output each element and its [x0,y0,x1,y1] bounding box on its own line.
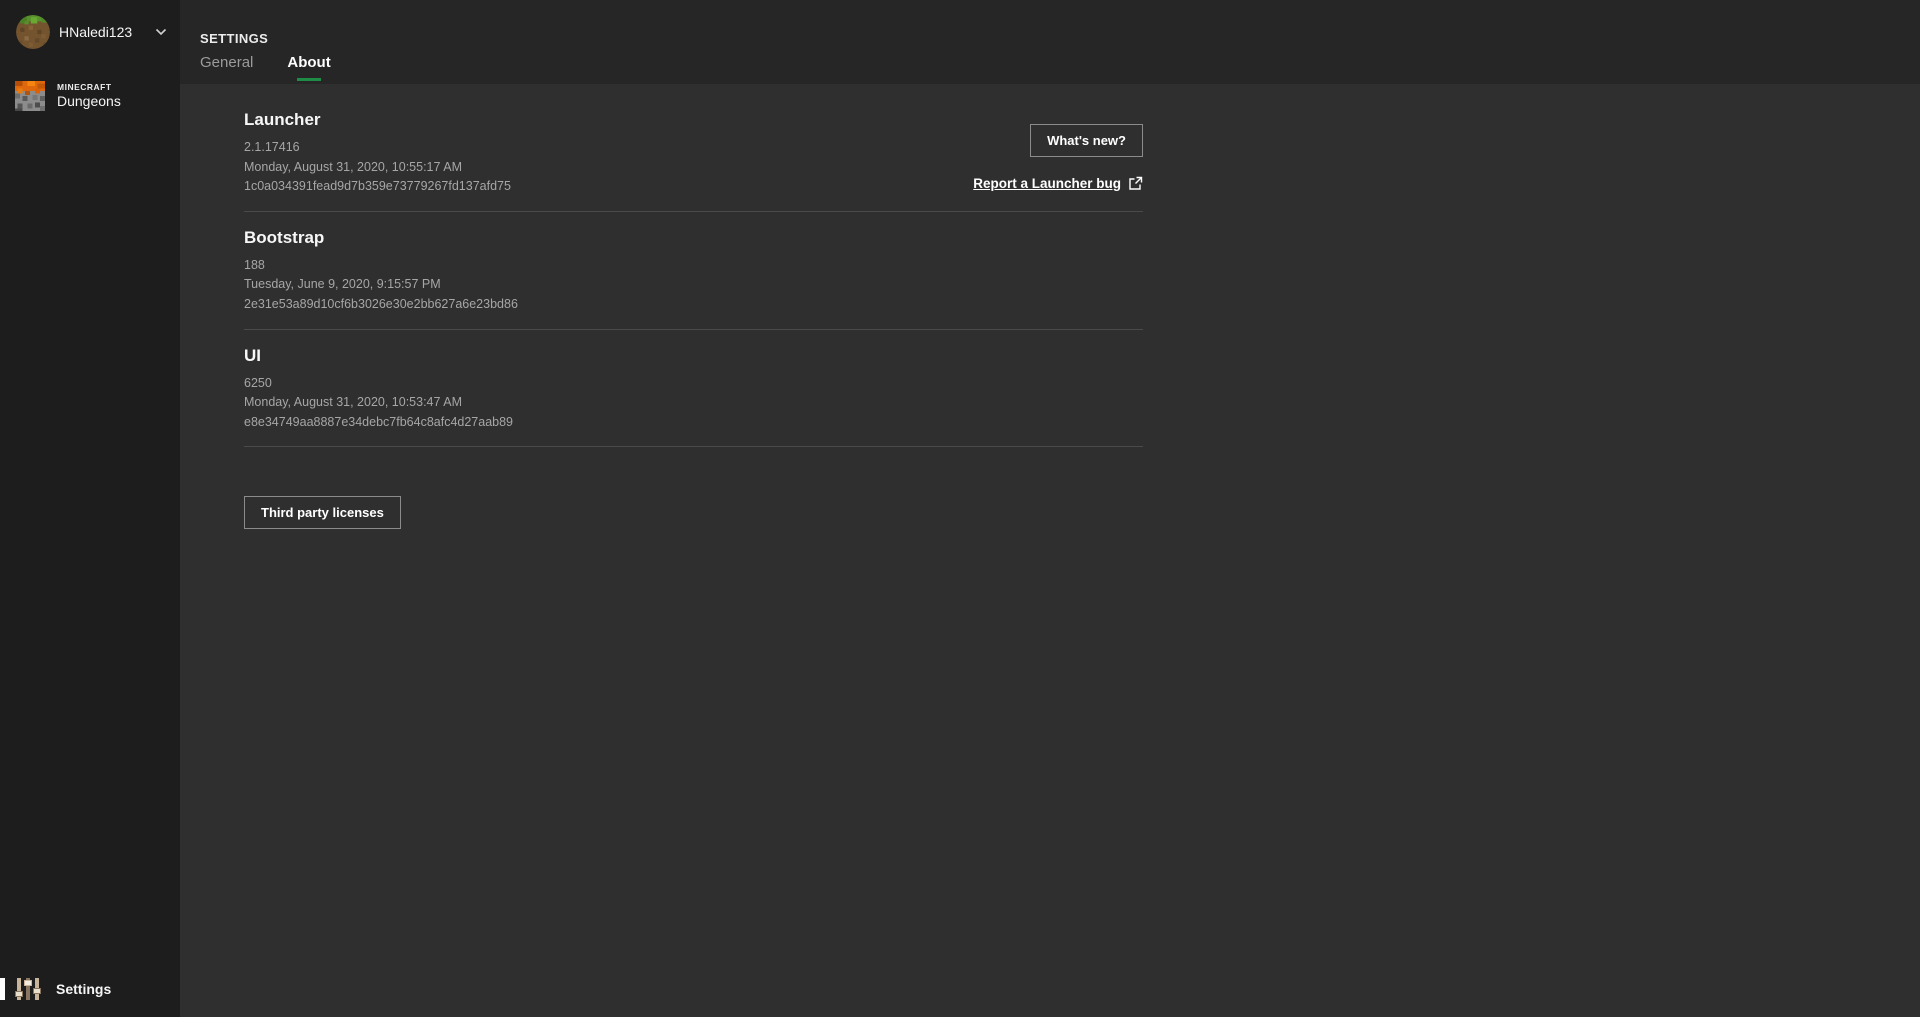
report-launcher-bug-link[interactable]: Report a Launcher bug [973,176,1143,191]
username: HNaledi123 [59,24,133,40]
settings-label: Settings [56,981,112,997]
page-title: SETTINGS [200,31,269,46]
active-item-indicator [0,978,5,1000]
bootstrap-section: Bootstrap 188 Tuesday, June 9, 2020, 9:1… [244,228,1143,315]
sidebar-item-minecraft-dungeons[interactable]: MINECRAFT Dungeons [0,76,180,116]
section-divider [244,446,1143,448]
tab-about[interactable]: About [287,54,331,85]
bootstrap-hash: 2e31e53a89d10cf6b3026e30e2bb627a6e23bd86 [244,296,518,311]
bootstrap-date: Tuesday, June 9, 2020, 9:15:57 PM [244,277,441,292]
main-area: SETTINGS General About Launcher 2.1.1741… [180,0,1920,1017]
settings-sliders-icon [13,975,42,1004]
section-divider [244,328,1143,330]
launcher-window: HNaledi123 MINECRAFT Dungeons Settings S… [0,0,1920,1017]
external-link-icon [1128,176,1143,191]
minecraft-dungeons-icon [15,81,45,111]
bootstrap-version: 188 [244,257,265,272]
about-panel: Launcher 2.1.17416 Monday, August 31, 20… [180,84,1920,1017]
game-brand-label: MINECRAFT [57,82,112,92]
section-title: Bootstrap [244,227,325,247]
report-launcher-bug-label: Report a Launcher bug [973,176,1121,191]
sidebar: HNaledi123 MINECRAFT Dungeons Settings [0,0,180,1017]
section-divider [244,210,1143,212]
third-party-licenses-button[interactable]: Third party licenses [244,496,401,530]
account-menu[interactable]: HNaledi123 [0,10,180,54]
avatar [16,15,50,49]
section-title: UI [244,345,261,365]
game-name-label: Dungeons [57,93,121,109]
ui-section: UI 6250 Monday, August 31, 2020, 10:53:4… [244,346,1143,433]
settings-header: SETTINGS General About [180,0,1920,84]
settings-tabs: General About [200,54,1920,85]
tab-about-label: About [287,54,331,71]
ui-version: 6250 [244,375,272,390]
launcher-section: Launcher 2.1.17416 Monday, August 31, 20… [244,110,1143,197]
ui-date: Monday, August 31, 2020, 10:53:47 AM [244,395,462,410]
chevron-down-icon [155,28,167,36]
whats-new-button[interactable]: What's new? [1030,124,1143,157]
active-tab-underline [297,78,322,81]
sidebar-item-settings[interactable]: Settings [0,973,180,1005]
ui-hash: e8e34749aa8887e34debc7fb64c8afc4d27aab89 [244,414,514,429]
tab-general[interactable]: General [200,54,253,85]
